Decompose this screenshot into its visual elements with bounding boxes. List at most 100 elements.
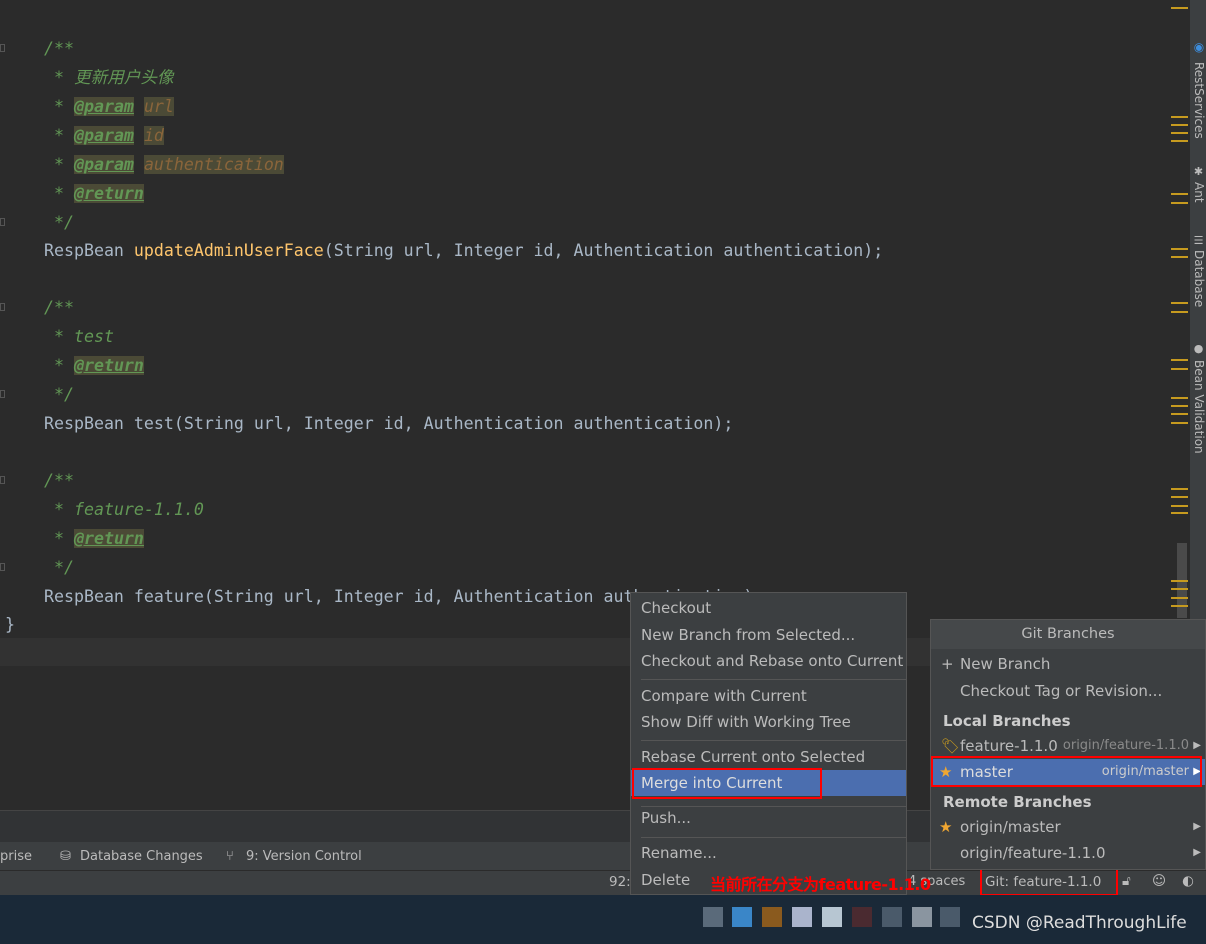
stripe-marker[interactable] — [1171, 302, 1188, 304]
checkout-tag-item[interactable]: Checkout Tag or Revision... — [931, 678, 1205, 704]
stripe-marker[interactable] — [1171, 359, 1188, 361]
highlight-box-git-status — [980, 866, 1118, 896]
remote-branch-origin-feature[interactable]: origin/feature-1.1.0 ▶ — [931, 840, 1205, 866]
tool-tab-database-changes[interactable]: Database Changes — [80, 849, 203, 864]
menu-item-show-diff[interactable]: Show Diff with Working Tree — [631, 709, 906, 735]
menu-separator — [641, 837, 906, 838]
stripe-marker[interactable] — [1171, 248, 1188, 250]
code-line: * @param authentication — [44, 155, 284, 174]
stripe-marker[interactable] — [1171, 413, 1188, 415]
sidebar-item-bean-validation[interactable]: Bean Validation — [1192, 360, 1206, 454]
annotation-text: 当前所在分支为feature-1.1.0 — [710, 875, 931, 894]
code-line: /** — [44, 471, 74, 490]
stripe-marker[interactable] — [1171, 202, 1188, 204]
menu-item-push[interactable]: Push... — [631, 805, 906, 831]
sidebar-item-restservices[interactable]: RestServices — [1192, 62, 1206, 139]
database-changes-icon: ⛁ — [60, 849, 71, 864]
blurred-icon — [912, 907, 932, 927]
rest-services-icon: ◉ — [1192, 40, 1206, 54]
menu-item-checkout[interactable]: Checkout — [631, 595, 906, 621]
submenu-arrow-icon: ▶ — [1193, 847, 1201, 858]
fold-marker[interactable] — [0, 44, 5, 52]
new-branch-label: New Branch — [960, 655, 1051, 673]
code-line: */ — [54, 213, 74, 232]
sidebar-item-ant[interactable]: Ant — [1192, 182, 1206, 203]
stripe-marker[interactable] — [1171, 368, 1188, 370]
branch-context-menu: Checkout New Branch from Selected... Che… — [630, 592, 907, 895]
database-icon: ☰ — [1192, 234, 1205, 247]
code-line: */ — [54, 385, 74, 404]
watermark: CSDN @ReadThroughLife — [972, 913, 1187, 933]
tool-tab-enterprise[interactable]: prise — [0, 849, 32, 864]
stripe-marker[interactable] — [1171, 256, 1188, 258]
stripe-marker[interactable] — [1171, 7, 1188, 9]
fold-marker[interactable] — [0, 218, 5, 226]
menu-item-rename[interactable]: Rename... — [631, 840, 906, 866]
tool-tab-version-control[interactable]: 9: Version Control — [246, 849, 362, 864]
code-line: */ — [54, 558, 74, 577]
code-line: RespBean test(String url, Integer id, Au… — [44, 414, 734, 433]
star-icon: ★ — [939, 818, 953, 836]
git-branches-popup: Git Branches + New Branch Checkout Tag or… — [930, 619, 1206, 870]
new-branch-item[interactable]: + New Branch — [931, 651, 1205, 677]
inspector-icon[interactable]: ☺ — [1152, 873, 1166, 889]
fold-marker[interactable] — [0, 390, 5, 398]
code-line: * 更新用户头像 — [44, 68, 174, 87]
blurred-icon — [732, 907, 752, 927]
blurred-icon — [703, 907, 723, 927]
stripe-marker[interactable] — [1171, 124, 1188, 126]
stripe-marker[interactable] — [1171, 140, 1188, 142]
blurred-icon — [822, 907, 842, 927]
sidebar-item-database[interactable]: Database — [1192, 250, 1206, 307]
stripe-marker[interactable] — [1171, 496, 1188, 498]
code-line: * feature-1.1.0 — [44, 500, 204, 519]
fold-marker[interactable] — [0, 303, 5, 311]
highlight-box-merge — [632, 768, 822, 799]
local-branches-header: Local Branches — [943, 712, 1071, 730]
popup-title: Git Branches — [931, 620, 1205, 649]
stripe-marker[interactable] — [1171, 488, 1188, 490]
highlight-box-master — [931, 756, 1202, 787]
code-line: * @return — [44, 184, 144, 203]
code-line: RespBean updateAdminUserFace(String url,… — [44, 241, 884, 260]
menu-item-rebase-current[interactable]: Rebase Current onto Selected — [631, 744, 906, 770]
stripe-marker[interactable] — [1171, 397, 1188, 399]
stripe-marker[interactable] — [1171, 193, 1188, 195]
stripe-marker[interactable] — [1171, 580, 1188, 582]
version-control-icon: ⑂ — [226, 849, 234, 864]
stripe-marker[interactable] — [1171, 605, 1188, 607]
plus-icon: + — [941, 655, 954, 673]
stripe-marker[interactable] — [1171, 422, 1188, 424]
fold-marker[interactable] — [0, 563, 5, 571]
stripe-marker[interactable] — [1171, 505, 1188, 507]
code-line: * @return — [44, 356, 144, 375]
lock-icon[interactable]: 🔓︎ — [1122, 873, 1131, 889]
taskbar: CSDN @ReadThroughLife — [0, 895, 1206, 944]
blurred-icon — [762, 907, 782, 927]
menu-separator — [641, 679, 906, 680]
line-col-indicator[interactable]: 92: — [609, 874, 631, 890]
stripe-marker[interactable] — [1171, 311, 1188, 313]
branch-name: origin/feature-1.1.0 — [960, 844, 1106, 862]
menu-separator — [641, 740, 906, 741]
code-line: * @param url — [44, 97, 174, 116]
menu-item-new-branch-from-selected[interactable]: New Branch from Selected... — [631, 622, 906, 648]
bean-icon: ● — [1192, 342, 1205, 355]
stripe-marker[interactable] — [1171, 405, 1188, 407]
blurred-icon — [852, 907, 872, 927]
branch-name: origin/master — [960, 818, 1061, 836]
stripe-marker[interactable] — [1171, 132, 1188, 134]
stripe-marker[interactable] — [1171, 588, 1188, 590]
code-line: } — [5, 615, 15, 634]
remote-branch-origin-master[interactable]: ★ origin/master ▶ — [931, 814, 1205, 840]
stripe-marker[interactable] — [1171, 512, 1188, 514]
blurred-icon — [792, 907, 812, 927]
ant-icon: ✱ — [1192, 165, 1205, 178]
menu-item-compare-with-current[interactable]: Compare with Current — [631, 683, 906, 709]
stripe-marker[interactable] — [1171, 116, 1188, 118]
stripe-marker[interactable] — [1171, 597, 1188, 599]
menu-item-checkout-and-rebase[interactable]: Checkout and Rebase onto Current — [631, 648, 906, 674]
fold-marker[interactable] — [0, 476, 5, 484]
power-save-icon[interactable]: ◐ — [1182, 873, 1194, 889]
code-line: * @param id — [44, 126, 164, 145]
